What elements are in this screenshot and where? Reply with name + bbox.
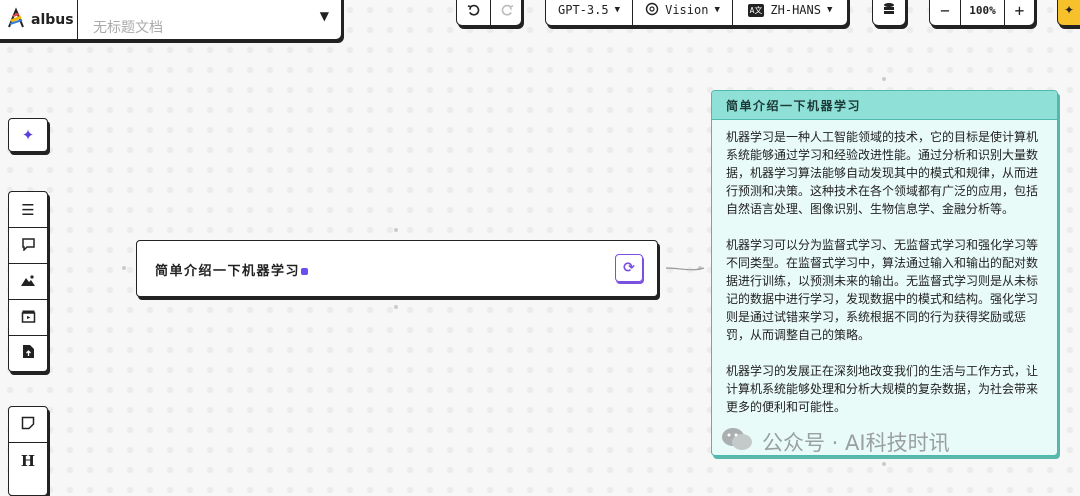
zoom-in-button[interactable]: + [1004,0,1034,25]
openai-icon [645,2,659,19]
image-tool-button[interactable] [9,264,47,300]
refresh-icon: ⟳ [623,260,635,276]
watermark-text: 公众号 · AI科技时讯 [762,430,950,455]
undo-icon [467,4,480,16]
sticky-note-icon [21,416,35,434]
ai-magic-button[interactable]: ✦ [1057,0,1080,26]
redo-button[interactable] [490,0,524,25]
document-title-input[interactable]: 无标题文档 [93,17,163,37]
redo-icon [501,4,514,16]
albus-logo-icon [5,7,27,33]
brand-name: albus [31,12,74,28]
regenerate-button[interactable]: ⟳ [615,254,643,282]
video-tool-button[interactable] [9,300,47,336]
text-cursor [301,268,309,275]
chevron-down-icon: ▼ [826,5,833,15]
prompt-input[interactable]: 简单介绍一下机器学习 [155,260,309,279]
response-paragraph: 机器学习的发展正在深刻地改变我们的生活与工作方式，让计算机系统能够处理和分析大规… [726,364,1039,414]
text-tool-button[interactable]: ☰ [9,192,47,228]
heading-tool-button[interactable]: H [9,443,47,478]
model-label: GPT-3.5 [558,3,609,17]
file-upload-icon [22,344,35,363]
layers-button[interactable] [873,0,905,25]
translate-icon: A文 [747,3,765,17]
wechat-icon [720,425,754,458]
zoom-out-button[interactable]: − [930,0,960,25]
history-group [456,0,522,26]
layers-icon [882,2,896,19]
response-body: 机器学习是一种人工智能领域的技术，它的目标是使计算机系统能够通过学习和经验改进性… [712,120,1057,416]
model-select[interactable]: GPT-3.5 ▼ [546,0,632,25]
sparkle-icon: ✦ [1064,3,1075,17]
language-label: ZH-HANS [770,3,821,17]
heading-icon: H [20,451,36,470]
ai-assist-button[interactable]: ✦ [8,118,48,152]
logo[interactable]: albus [5,7,74,33]
response-paragraph: 机器学习是一种人工智能领域的技术，它的目标是使计算机系统能够通过学习和经验改进性… [726,130,1039,216]
divider [77,0,78,41]
prompt-text: 简单介绍一下机器学习 [155,264,301,279]
undo-button[interactable] [457,0,490,25]
insert-toolbar: ☰ [8,191,48,372]
layers-group [872,0,906,26]
note-tool-button[interactable] [9,407,47,443]
file-tool-button[interactable] [9,336,47,371]
sparkle-icon: ✦ [21,126,35,144]
clapperboard-icon [21,309,36,327]
response-title: 简单介绍一下机器学习 [712,91,1057,120]
format-toolbar: H [8,406,48,496]
vision-select[interactable]: Vision ▼ [632,0,732,25]
comment-tool-button[interactable] [9,228,47,264]
chevron-down-icon[interactable]: ▼ [320,9,329,23]
menu-lines-icon: ☰ [21,200,35,219]
document-header: albus 无标题文档 ▼ [0,0,342,41]
vision-label: Vision [665,3,709,17]
chevron-down-icon: ▼ [714,5,720,15]
watermark: 公众号 · AI科技时讯 [720,425,950,458]
zoom-group: − 100% + [929,0,1035,26]
language-select[interactable]: A文 ZH-HANS ▼ [732,0,847,25]
chevron-down-icon: ▼ [614,5,620,15]
response-paragraph: 机器学习可以分为监督式学习、无监督式学习和强化学习等不同类型。在监督式学习中，算… [726,238,1039,342]
prompt-node[interactable]: 简单介绍一下机器学习 ⟳ [136,240,658,297]
mountain-image-icon [20,273,36,291]
model-settings-group: GPT-3.5 ▼ Vision ▼ A文 ZH-HANS ▼ [545,0,848,26]
zoom-level: 100% [960,0,1004,25]
response-card[interactable]: 简单介绍一下机器学习 机器学习是一种人工智能领域的技术，它的目标是使计算机系统能… [711,90,1058,456]
speech-bubble-icon [21,237,36,255]
